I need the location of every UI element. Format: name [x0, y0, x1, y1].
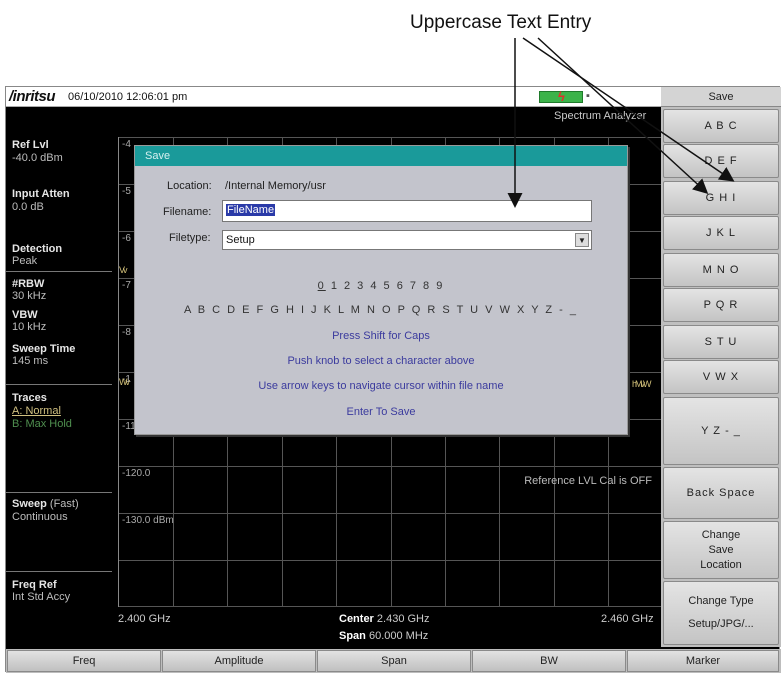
- softkey-def[interactable]: D E F: [663, 144, 779, 178]
- reference-lvl-message: Reference LVL Cal is OFF: [524, 475, 652, 487]
- separator: [6, 492, 112, 493]
- softkey-change-save-location[interactable]: Change Save Location: [663, 521, 779, 579]
- menu-amplitude[interactable]: Amplitude: [162, 650, 316, 672]
- digit-row[interactable]: 0 1 2 3 4 5 6 7 8 9: [135, 280, 627, 292]
- trace-noise: Wv: [119, 377, 130, 387]
- menu-span[interactable]: Span: [317, 650, 471, 672]
- change-type-line1: Change Type: [688, 595, 754, 607]
- y-tick: -7: [122, 280, 131, 291]
- input-atten-title: Input Atten: [12, 188, 70, 200]
- separator: [6, 571, 112, 572]
- filename-label: Filename:: [163, 206, 212, 218]
- freq-ref-value: Int Std Accy: [12, 591, 71, 603]
- span-freq: Span 60.000 MHz: [339, 630, 428, 642]
- x-start-label: 2.400 GHz: [118, 613, 171, 625]
- softkey-change-type[interactable]: Change Type Setup/JPG/...: [663, 581, 779, 645]
- instrument-screen: /inritsu 06/10/2010 12:06:01 pm ϟ ▪ Spec…: [5, 86, 781, 673]
- y-tick: -6: [122, 233, 131, 244]
- menu-freq[interactable]: Freq: [7, 650, 161, 672]
- x-stop-label: 2.460 GHz: [601, 613, 654, 625]
- span-value: 60.000 MHz: [368, 630, 429, 642]
- softkey-abc[interactable]: A B C: [663, 109, 779, 143]
- dropdown-arrow-icon[interactable]: ▼: [575, 233, 589, 247]
- change-save-line3: Location: [700, 558, 742, 571]
- datetime: 06/10/2010 12:06:01 pm: [68, 91, 188, 103]
- ref-lvl-value: -40.0 dBm: [12, 152, 63, 164]
- mode-label: Spectrum Analyzer: [554, 110, 647, 122]
- trace-b-label: B: Max Hold: [12, 418, 72, 430]
- input-atten-value: 0.0 dB: [12, 201, 44, 213]
- hint-knob: Push knob to select a character above: [287, 355, 475, 367]
- filename-input[interactable]: FileName: [222, 200, 592, 222]
- filetype-select[interactable]: Setup ▼: [222, 230, 592, 250]
- center-label: Center: [339, 613, 374, 625]
- trace-noise: Vv: [119, 265, 127, 275]
- digit-first[interactable]: 0: [318, 280, 326, 292]
- change-save-line1: Change: [701, 528, 741, 541]
- center-value: 2.430 GHz: [376, 613, 430, 625]
- trace-a-label: A: Normal: [12, 405, 61, 417]
- softkey-vwx[interactable]: V W X: [663, 360, 779, 394]
- change-type-line2: Setup/JPG/...: [688, 618, 754, 630]
- softkey-panel: Save A B C D E F G H I J K L M N O P Q R…: [661, 87, 781, 647]
- sweep-time-value: 145 ms: [12, 355, 49, 367]
- y-tick: -4: [122, 139, 131, 150]
- softkey-jkl[interactable]: J K L: [663, 216, 779, 250]
- bottom-menu-bar: Freq Amplitude Span BW Marker: [6, 649, 781, 673]
- y-tick: -130.0 dBm: [122, 515, 174, 526]
- y-tick: -8: [122, 327, 131, 338]
- hint-enter: Enter To Save: [346, 406, 416, 418]
- change-save-line2: Save: [708, 543, 734, 556]
- vbw-value: 10 kHz: [12, 321, 47, 333]
- y-tick: -5: [122, 186, 131, 197]
- center-freq: Center 2.430 GHz: [339, 613, 430, 625]
- dialog-title: Save: [135, 146, 627, 166]
- span-label: Span: [339, 630, 366, 642]
- separator: [6, 384, 112, 385]
- softkey-stu[interactable]: S T U: [663, 325, 779, 359]
- status-bar: /inritsu 06/10/2010 12:06:01 pm ϟ ▪: [6, 87, 661, 107]
- callout-label: Uppercase Text Entry: [410, 12, 592, 33]
- location-label: Location:: [167, 180, 212, 192]
- softkey-mno[interactable]: M N O: [663, 253, 779, 287]
- menu-marker[interactable]: Marker: [627, 650, 779, 672]
- traces-title: Traces: [12, 392, 47, 404]
- filetype-value: Setup: [226, 234, 255, 246]
- hint-shift: Press Shift for Caps: [332, 330, 430, 342]
- softkey-yz[interactable]: Y Z - _: [663, 397, 779, 465]
- detection-value: Peak: [12, 255, 38, 267]
- letter-row[interactable]: A B C D E F G H I J K L M N O P Q R S T …: [135, 304, 627, 316]
- digit-rest[interactable]: 1 2 3 4 5 6 7 8 9: [331, 280, 445, 292]
- rbw-value: 30 kHz: [12, 290, 47, 302]
- save-dialog: Save Location: /Internal Memory/usr File…: [134, 145, 628, 435]
- menu-bw[interactable]: BW: [472, 650, 626, 672]
- softkey-back-space[interactable]: Back Space: [663, 467, 779, 519]
- ref-lvl-title: Ref Lvl: [12, 139, 49, 151]
- y-tick: -120.0: [122, 468, 151, 479]
- filetype-label: Filetype:: [169, 232, 211, 244]
- battery-tip-icon: ▪: [586, 90, 590, 102]
- location-value: /Internal Memory/usr: [225, 180, 326, 192]
- softkey-title: Save: [661, 87, 781, 107]
- battery-icon: ϟ: [539, 89, 583, 104]
- sweep-title: Sweep (Fast): [12, 498, 79, 511]
- softkey-pqr[interactable]: P Q R: [663, 288, 779, 322]
- filename-value: FileName: [226, 204, 276, 216]
- brand-logo: /inritsu: [9, 88, 56, 105]
- hint-arrows: Use arrow keys to navigate cursor within…: [258, 380, 504, 392]
- sweep-value: Continuous: [12, 511, 68, 523]
- sweep-mode: (Fast): [49, 498, 79, 510]
- softkey-ghi[interactable]: G H I: [663, 181, 779, 215]
- separator: [6, 271, 112, 272]
- trace-noise: hMvW: [632, 379, 651, 389]
- sweep-title-label: Sweep: [12, 498, 47, 510]
